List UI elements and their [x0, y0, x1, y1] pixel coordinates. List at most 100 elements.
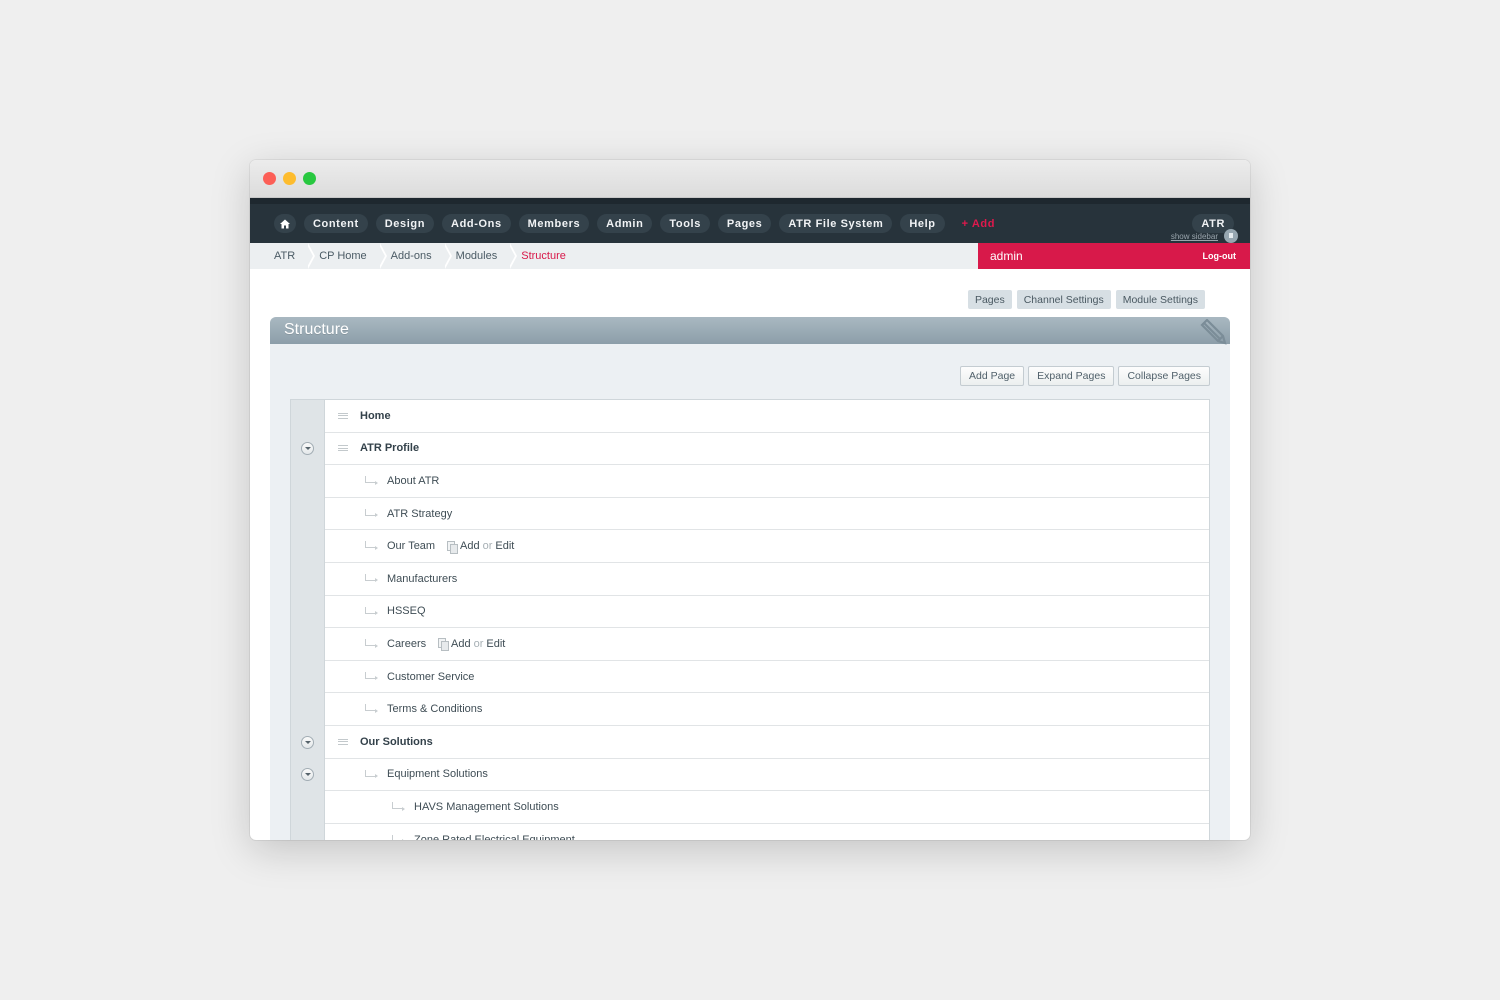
- nav-pages[interactable]: Pages: [717, 214, 772, 233]
- panel-header: Structure: [270, 317, 1230, 345]
- nav-add[interactable]: + Add: [953, 214, 1004, 233]
- edit-entries-link[interactable]: Edit: [486, 638, 505, 650]
- nav-content[interactable]: Content: [304, 214, 368, 233]
- nav-members[interactable]: Members: [518, 214, 590, 233]
- page-link[interactable]: Manufacturers: [387, 573, 457, 585]
- tab-pages[interactable]: Pages: [967, 290, 1012, 309]
- show-sidebar-icon[interactable]: [1224, 229, 1238, 243]
- page-link[interactable]: Zone Rated Electrical Equipment: [414, 834, 575, 840]
- expand-pages-button[interactable]: Expand Pages: [1028, 366, 1115, 386]
- tab-module-settings[interactable]: Module Settings: [1115, 290, 1205, 309]
- breadcrumb-modules[interactable]: Modules: [446, 243, 517, 269]
- show-sidebar-link[interactable]: show sidebar: [1171, 232, 1218, 241]
- module-tabs: Pages Channel Settings Module Settings: [967, 290, 1205, 309]
- collapse-pages-button[interactable]: Collapse Pages: [1118, 366, 1210, 386]
- page-link[interactable]: Customer Service: [387, 671, 474, 683]
- tree-row: Zone Rated Electrical Equipment: [291, 823, 1209, 840]
- row-gutter: [291, 400, 325, 433]
- page-link[interactable]: HSSEQ: [387, 605, 426, 617]
- maximize-window-button[interactable]: [303, 172, 316, 185]
- page-link[interactable]: Equipment Solutions: [387, 768, 488, 780]
- child-arrow-icon: [365, 704, 378, 713]
- row-gutter: [291, 725, 325, 759]
- edit-entries-link[interactable]: Edit: [495, 540, 514, 552]
- user-bar: admin Log-out: [978, 243, 1250, 269]
- page-link[interactable]: ATR Profile: [360, 442, 419, 454]
- child-arrow-icon: [365, 541, 378, 550]
- tree-row: Our Team Add or Edit: [291, 530, 1209, 563]
- nav-home[interactable]: [274, 214, 296, 233]
- drag-handle-icon[interactable]: [338, 445, 348, 452]
- structure-panel: Structure Add Page Expand Pages Collapse…: [270, 317, 1230, 840]
- add-entry-link[interactable]: Add: [460, 540, 480, 552]
- breadcrumb-add-ons[interactable]: Add-ons: [381, 243, 452, 269]
- page-link[interactable]: Our Team: [387, 540, 435, 552]
- minimize-window-button[interactable]: [283, 172, 296, 185]
- browser-window: Content Design Add-Ons Members Admin Too…: [250, 160, 1250, 840]
- child-arrow-icon: [365, 671, 378, 681]
- tree-row: ATR Strategy: [291, 497, 1209, 531]
- logout-link[interactable]: Log-out: [1203, 251, 1236, 261]
- breadcrumb-cp-home[interactable]: CP Home: [309, 243, 388, 269]
- tree-row: About ATR: [291, 465, 1209, 498]
- close-window-button[interactable]: [263, 172, 276, 185]
- entry-actions: Add or Edit: [438, 638, 505, 652]
- tree-row: Home: [291, 400, 1209, 433]
- tree-row: HAVS Management Solutions: [291, 791, 1209, 824]
- breadcrumb: ATR CP Home Add-ons Modules Structure ad…: [250, 243, 1250, 269]
- page-link[interactable]: Careers: [387, 638, 426, 650]
- page-title: Structure: [284, 321, 349, 338]
- row-gutter: [291, 758, 325, 792]
- tree-row: Equipment Solutions: [291, 758, 1209, 792]
- drag-handle-icon[interactable]: [338, 412, 348, 419]
- tab-channel-settings[interactable]: Channel Settings: [1016, 290, 1111, 309]
- entries-icon: [447, 540, 458, 554]
- tree-row: Our Solutions: [291, 725, 1209, 759]
- child-arrow-icon: [392, 802, 405, 811]
- child-arrow-icon: [365, 639, 378, 648]
- child-arrow-icon: [392, 834, 405, 840]
- pencil-icon: [1200, 319, 1227, 345]
- drag-handle-icon[interactable]: [338, 738, 348, 745]
- collapse-toggle-icon[interactable]: [301, 735, 314, 749]
- username[interactable]: admin: [990, 249, 1023, 263]
- add-page-button[interactable]: Add Page: [960, 366, 1025, 386]
- page-link[interactable]: HAVS Management Solutions: [414, 801, 559, 813]
- child-arrow-icon: [365, 606, 378, 616]
- nav-add-ons[interactable]: Add-Ons: [442, 214, 511, 233]
- nav-admin[interactable]: Admin: [597, 214, 653, 233]
- nav-tools[interactable]: Tools: [660, 214, 710, 233]
- entries-icon: [438, 638, 449, 652]
- child-arrow-icon: [365, 573, 378, 583]
- nav-design[interactable]: Design: [375, 214, 435, 233]
- child-arrow-icon: [365, 508, 378, 518]
- page-link[interactable]: Terms & Conditions: [387, 703, 482, 715]
- main-nav: Content Design Add-Ons Members Admin Too…: [250, 198, 1250, 243]
- child-arrow-icon: [365, 769, 378, 779]
- row-gutter: [291, 530, 325, 563]
- row-gutter: [291, 595, 325, 629]
- breadcrumb-atr[interactable]: ATR: [250, 243, 316, 269]
- tree-row: HSSEQ: [291, 595, 1209, 629]
- page-link[interactable]: ATR Strategy: [387, 508, 452, 520]
- collapse-toggle-icon[interactable]: [301, 442, 314, 456]
- row-gutter: [291, 823, 325, 840]
- nav-atr-file-system[interactable]: ATR File System: [779, 214, 893, 233]
- tree-row: ATR Profile: [291, 432, 1209, 466]
- collapse-toggle-icon[interactable]: [301, 768, 314, 782]
- row-gutter: [291, 660, 325, 694]
- page-link[interactable]: Our Solutions: [360, 736, 433, 748]
- tree-row: Careers Add or Edit: [291, 628, 1209, 661]
- tree-row: Customer Service: [291, 660, 1209, 694]
- add-entry-link[interactable]: Add: [451, 638, 471, 650]
- nav-help[interactable]: Help: [900, 214, 945, 233]
- title-bar: [250, 160, 1250, 198]
- row-gutter: [291, 497, 325, 531]
- page-link[interactable]: Home: [360, 410, 391, 422]
- page-tree: Home ATR Profile About ATR ATR Strategy Our …: [290, 399, 1210, 840]
- child-arrow-icon: [365, 476, 378, 485]
- or-separator: or: [482, 540, 493, 553]
- page-link[interactable]: About ATR: [387, 475, 439, 487]
- home-icon: [280, 219, 290, 228]
- row-gutter: [291, 791, 325, 824]
